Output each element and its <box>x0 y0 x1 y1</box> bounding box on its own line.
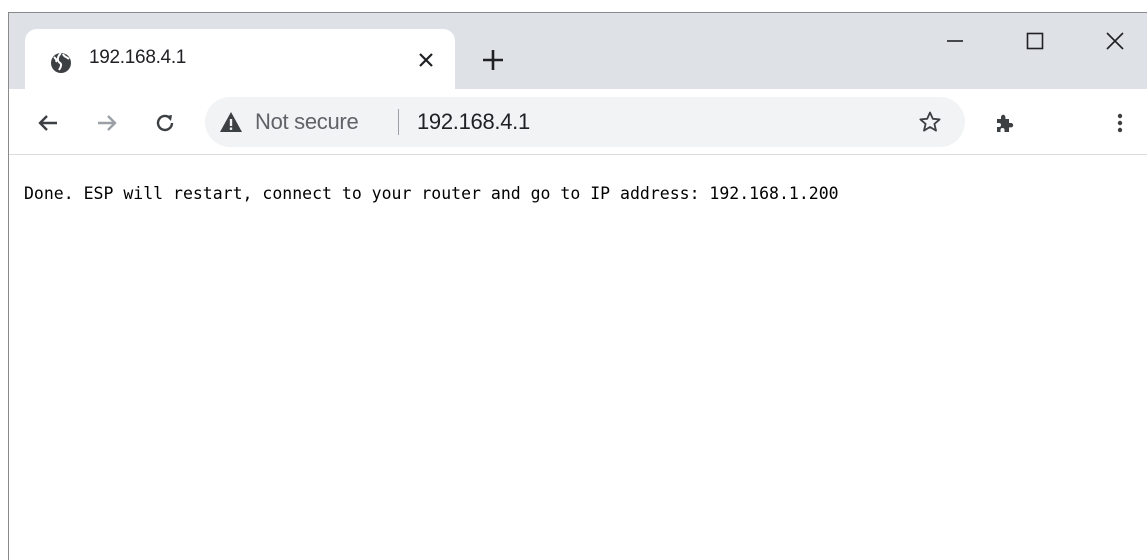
star-icon[interactable] <box>913 105 947 139</box>
tab-close-icon[interactable] <box>413 47 439 73</box>
globe-icon <box>49 51 73 75</box>
minimize-icon[interactable] <box>935 25 975 57</box>
puzzle-icon[interactable] <box>987 106 1021 140</box>
security-indicator[interactable]: Not secure <box>219 97 359 147</box>
browser-window: 192.168.4.1 Not secure 192.168.4.1 Done.… <box>8 12 1147 560</box>
address-separator <box>398 109 399 135</box>
page-content: Done. ESP will restart, connect to your … <box>9 156 1147 560</box>
page-message: Done. ESP will restart, connect to your … <box>24 184 839 203</box>
close-icon[interactable] <box>1095 25 1135 57</box>
address-bar[interactable]: Not secure 192.168.4.1 <box>205 97 965 147</box>
new-tab-button[interactable] <box>476 43 510 77</box>
kebab-menu-icon[interactable] <box>1103 106 1137 140</box>
arrow-left-icon[interactable] <box>31 106 65 140</box>
security-label: Not secure <box>255 109 359 134</box>
tab-title: 192.168.4.1 <box>89 47 187 68</box>
active-tab[interactable]: 192.168.4.1 <box>25 29 455 89</box>
url-text[interactable]: 192.168.4.1 <box>417 109 530 135</box>
arrow-right-icon[interactable] <box>90 106 124 140</box>
browser-toolbar: Not secure 192.168.4.1 <box>9 89 1147 155</box>
reload-icon[interactable] <box>148 106 182 140</box>
tab-strip: 192.168.4.1 <box>9 13 1147 89</box>
maximize-icon[interactable] <box>1015 25 1055 57</box>
warning-triangle-icon <box>219 111 243 133</box>
